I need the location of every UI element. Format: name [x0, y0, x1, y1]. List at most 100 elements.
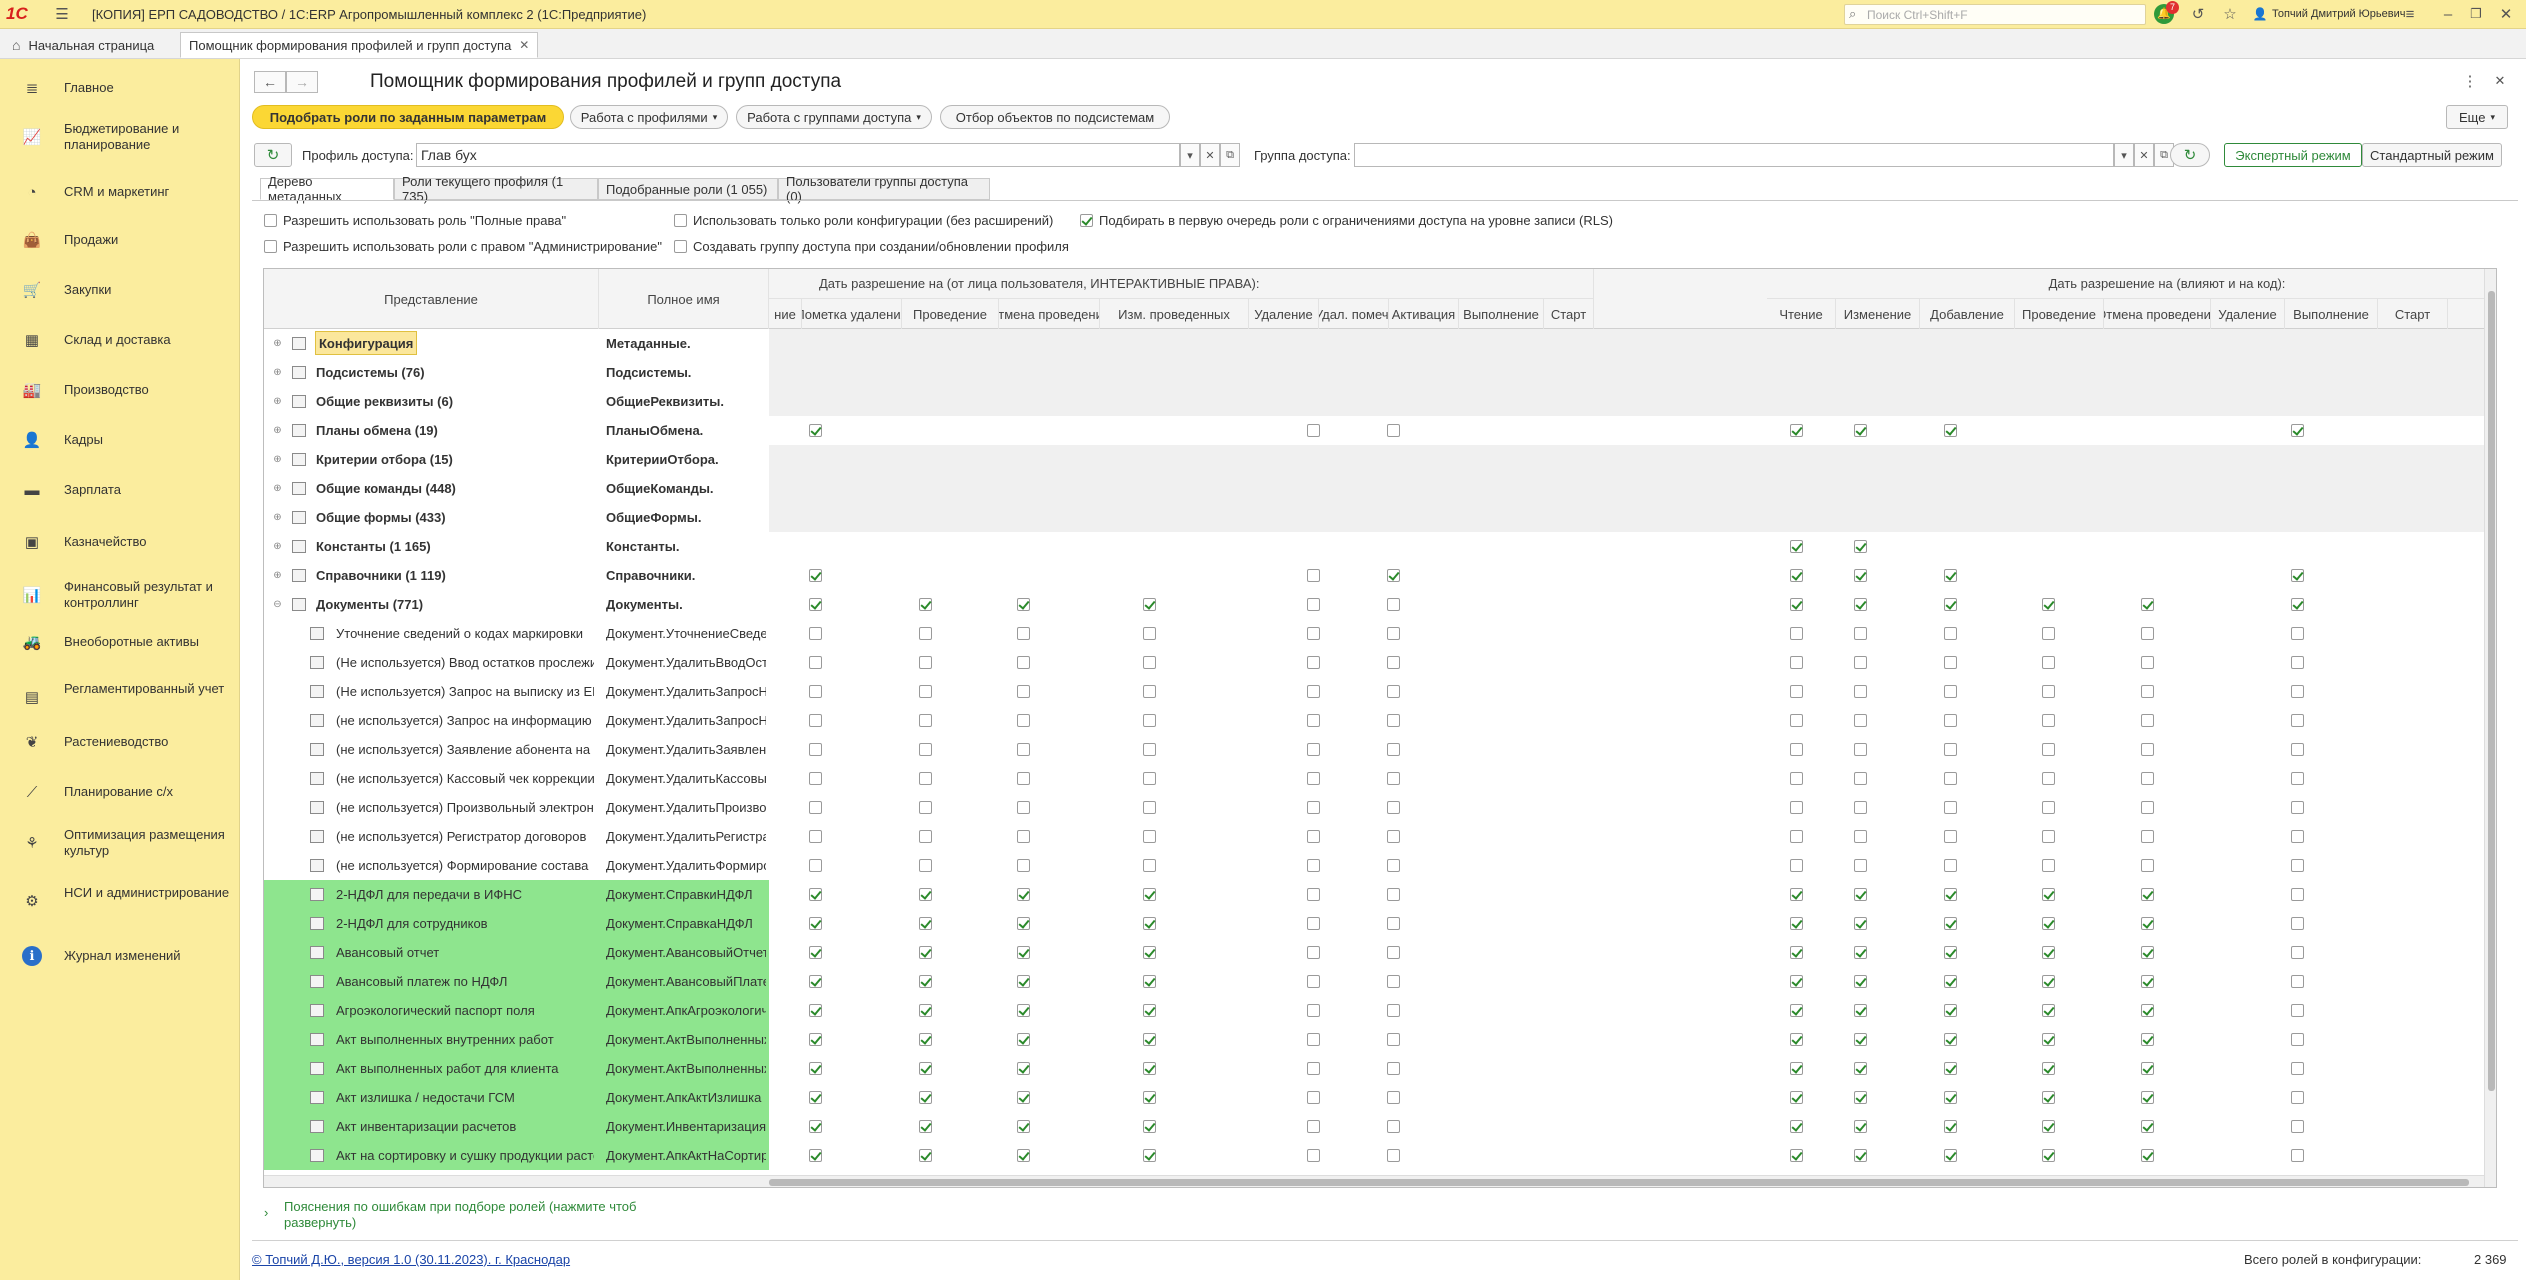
right-checkbox-d2[interactable]: [1944, 946, 1957, 959]
right-checkbox-c1[interactable]: [809, 743, 822, 756]
right-checkbox-d5[interactable]: [2291, 1033, 2304, 1046]
close-form-icon[interactable]: ✕: [2490, 71, 2510, 91]
expand-toggle-icon[interactable]: ⊕: [272, 454, 283, 465]
right-checkbox-d5[interactable]: [2291, 830, 2304, 843]
right-checkbox-d1[interactable]: [1854, 540, 1867, 553]
horizontal-scrollbar[interactable]: [264, 1175, 2484, 1187]
right-checkbox-c4[interactable]: [1143, 714, 1156, 727]
opt-create-group-checkbox[interactable]: [674, 240, 687, 253]
right-checkbox-c4[interactable]: [1143, 830, 1156, 843]
right-checkbox-c4[interactable]: [1143, 859, 1156, 872]
sidebar-item-14[interactable]: ⟋ Планирование с/х: [0, 779, 240, 805]
right-checkbox-d5[interactable]: [2291, 975, 2304, 988]
filter-by-subsystems-button[interactable]: Отбор объектов по подсистемам: [940, 105, 1170, 129]
column-header-g2-1[interactable]: Изменение: [1836, 299, 1920, 329]
table-row[interactable]: 2-НДФЛ для передачи в ИФНС Документ.Справ…: [264, 880, 2496, 909]
sidebar-item-4[interactable]: 🛒 Закупки: [0, 277, 240, 303]
right-checkbox-c1[interactable]: [809, 917, 822, 930]
table-row[interactable]: ⊕ Константы (1 165) Константы.: [264, 532, 2496, 561]
right-checkbox-d2[interactable]: [1944, 569, 1957, 582]
sidebar-item-6[interactable]: 🏭 Производство: [0, 377, 240, 403]
right-checkbox-c3[interactable]: [1017, 830, 1030, 843]
right-checkbox-c3[interactable]: [1017, 1004, 1030, 1017]
right-checkbox-d2[interactable]: [1944, 424, 1957, 437]
right-checkbox-d0[interactable]: [1790, 859, 1803, 872]
right-checkbox-d4[interactable]: [2141, 830, 2154, 843]
right-checkbox-d5[interactable]: [2291, 1062, 2304, 1075]
column-header-g1-7[interactable]: Активация: [1389, 299, 1459, 329]
sidebar-item-13[interactable]: ❦ Растениеводство: [0, 729, 240, 755]
table-row[interactable]: (Не используется) Запрос на выписку из Е…: [264, 677, 2496, 706]
right-checkbox-c3[interactable]: [1017, 714, 1030, 727]
right-checkbox-c2[interactable]: [919, 801, 932, 814]
profiles-menu-button[interactable]: Работа с профилями ▾: [570, 105, 728, 129]
table-row[interactable]: ⊖ Документы (771) Документы.: [264, 590, 2496, 619]
right-checkbox-c1[interactable]: [809, 685, 822, 698]
sidebar-item-15[interactable]: ⚘ Оптимизация размещения культур: [0, 825, 240, 861]
right-checkbox-d0[interactable]: [1790, 917, 1803, 930]
right-checkbox-c2[interactable]: [919, 598, 932, 611]
right-checkbox-d3[interactable]: [2042, 743, 2055, 756]
right-checkbox-d0[interactable]: [1790, 685, 1803, 698]
right-checkbox-c1[interactable]: [809, 888, 822, 901]
groups-menu-button[interactable]: Работа с группами доступа ▾: [736, 105, 932, 129]
sidebar-item-16[interactable]: ⚙ НСИ и администрирование: [0, 883, 240, 919]
right-checkbox-c3[interactable]: [1017, 1120, 1030, 1133]
profile-clear-button[interactable]: ✕: [1200, 143, 1220, 167]
right-checkbox-d2[interactable]: [1944, 1033, 1957, 1046]
expert-mode-button[interactable]: Экспертный режим: [2224, 143, 2362, 167]
table-row[interactable]: Акт на сортировку и сушку продукции раст…: [264, 1141, 2496, 1170]
right-checkbox-d4[interactable]: [2141, 1062, 2154, 1075]
refresh-profile-button[interactable]: ↻: [254, 143, 292, 167]
right-checkbox-d3[interactable]: [2042, 714, 2055, 727]
tab-home[interactable]: ⌂ Начальная страница: [4, 32, 162, 58]
right-checkbox-c4[interactable]: [1143, 772, 1156, 785]
right-checkbox-d0[interactable]: [1790, 1004, 1803, 1017]
right-checkbox-d0[interactable]: [1790, 772, 1803, 785]
right-checkbox-d4[interactable]: [2141, 975, 2154, 988]
right-checkbox-d5[interactable]: [2291, 424, 2304, 437]
sidebar-item-10[interactable]: 📊 Финансовый результат и контроллинг: [0, 577, 240, 613]
right-checkbox-c3[interactable]: [1017, 656, 1030, 669]
right-checkbox-d3[interactable]: [2042, 1149, 2055, 1162]
sidebar-item-7[interactable]: 👤 Кадры: [0, 427, 240, 453]
right-checkbox-d5[interactable]: [2291, 888, 2304, 901]
right-checkbox-d2[interactable]: [1944, 801, 1957, 814]
right-checkbox-c5[interactable]: [1307, 743, 1320, 756]
table-row[interactable]: 2-НДФЛ для сотрудников Документ.СправкаНД…: [264, 909, 2496, 938]
right-checkbox-d2[interactable]: [1944, 1004, 1957, 1017]
table-row[interactable]: (не используется) Формирование состава До…: [264, 851, 2496, 880]
right-checkbox-c3[interactable]: [1017, 1033, 1030, 1046]
expand-toggle-icon[interactable]: ⊕: [272, 425, 283, 436]
right-checkbox-d4[interactable]: [2141, 888, 2154, 901]
expand-toggle-icon[interactable]: ⊕: [272, 512, 283, 523]
right-checkbox-d2[interactable]: [1944, 917, 1957, 930]
table-row[interactable]: ⊕ Справочники (1 119) Справочники.: [264, 561, 2496, 590]
right-checkbox-d3[interactable]: [2042, 1062, 2055, 1075]
profile-field[interactable]: Глав бух: [416, 143, 1180, 167]
group-clear-button[interactable]: ✕: [2134, 143, 2154, 167]
right-checkbox-d1[interactable]: [1854, 714, 1867, 727]
right-checkbox-d0[interactable]: [1790, 598, 1803, 611]
right-checkbox-c3[interactable]: [1017, 946, 1030, 959]
expand-toggle-icon[interactable]: ⊕: [272, 338, 283, 349]
table-row[interactable]: Акт излишка / недостачи ГСМ Документ.АпкА…: [264, 1083, 2496, 1112]
right-checkbox-c3[interactable]: [1017, 743, 1030, 756]
right-checkbox-d4[interactable]: [2141, 1033, 2154, 1046]
opt-full-rights[interactable]: Разрешить использовать роль "Полные прав…: [264, 213, 566, 228]
history-icon[interactable]: ↺: [2188, 4, 2208, 24]
right-checkbox-d2[interactable]: [1944, 627, 1957, 640]
right-checkbox-c6[interactable]: [1387, 598, 1400, 611]
pick-roles-button[interactable]: Подобрать роли по заданным параметрам: [252, 105, 564, 129]
right-checkbox-c1[interactable]: [809, 598, 822, 611]
table-row[interactable]: Акт инвентаризации расчетов Документ.Инве…: [264, 1112, 2496, 1141]
right-checkbox-d4[interactable]: [2141, 859, 2154, 872]
right-checkbox-d4[interactable]: [2141, 1120, 2154, 1133]
right-checkbox-d1[interactable]: [1854, 424, 1867, 437]
errors-explanation-link[interactable]: Пояснения по ошибкам при подборе ролей (…: [284, 1199, 704, 1231]
right-checkbox-d0[interactable]: [1790, 1062, 1803, 1075]
right-checkbox-d0[interactable]: [1790, 714, 1803, 727]
table-row[interactable]: ⊕ Общие формы (433) ОбщиеФормы.: [264, 503, 2496, 532]
right-checkbox-c1[interactable]: [809, 1149, 822, 1162]
copyright-link[interactable]: © Топчий Д.Ю., версия 1.0 (30.11.2023). …: [252, 1252, 570, 1267]
